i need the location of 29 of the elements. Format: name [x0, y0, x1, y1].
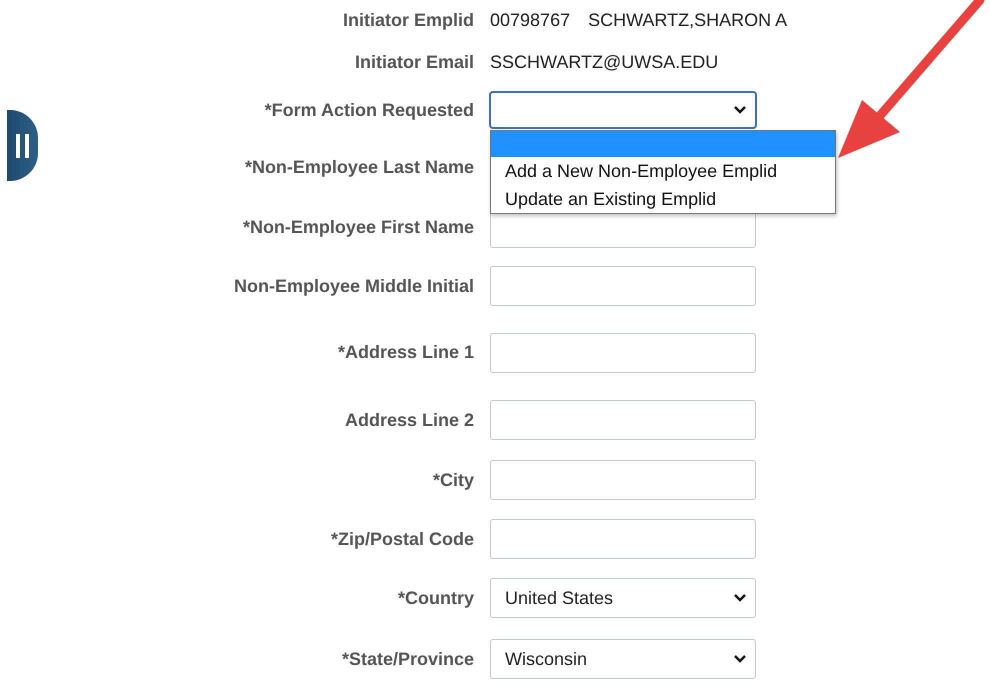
dropdown-option[interactable]: Add a New Non-Employee Emplid: [491, 157, 835, 185]
chevron-down-icon: [733, 593, 747, 603]
field-label: *Zip/Postal Code: [330, 528, 474, 550]
input-field[interactable]: [490, 460, 756, 500]
field-label: *City: [432, 470, 474, 490]
input-field[interactable]: [490, 400, 756, 440]
input-field[interactable]: [490, 519, 756, 559]
dropdown-option[interactable]: Update an Existing Emplid: [491, 185, 835, 213]
field-value: SSCHWARTZ@UWSA.EDU: [490, 52, 718, 72]
dropdown-select[interactable]: United States: [490, 578, 756, 618]
field-label: Address Line 2: [344, 410, 474, 430]
field-label: *Non-Employee First Name: [242, 217, 474, 238]
dropdown-select[interactable]: Wisconsin: [490, 639, 756, 679]
field-label: *Address Line 1: [338, 342, 474, 363]
field-label: *Country: [398, 588, 474, 608]
field-label: *Non-Employee Last Name: [244, 156, 474, 178]
field-label: Initiator Email: [354, 52, 474, 72]
chevron-down-icon: [733, 654, 747, 664]
chevron-down-icon: [733, 105, 747, 115]
field-label: Initiator Emplid: [342, 10, 474, 30]
field-value: SCHWARTZ,SHARON A: [588, 10, 788, 30]
pause-handle-icon[interactable]: [7, 110, 38, 181]
field-label: *State/Province: [342, 648, 474, 670]
input-field[interactable]: [490, 266, 756, 306]
input-field[interactable]: [490, 332, 756, 372]
field-label: *Form Action Requested: [264, 100, 474, 120]
dropdown-select[interactable]: [490, 92, 756, 128]
field-label: Non-Employee Middle Initial: [234, 276, 474, 296]
field-value: 00798767: [490, 10, 570, 30]
